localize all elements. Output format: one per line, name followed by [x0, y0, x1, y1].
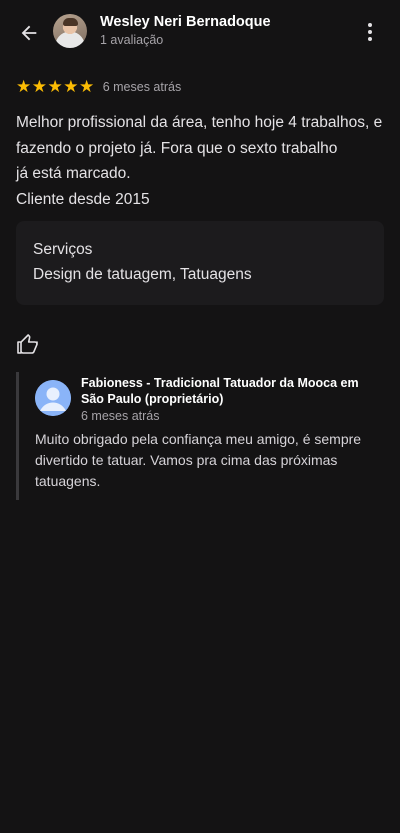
owner-reply: Fabioness - Tradicional Tatuador da Mooc…: [16, 372, 389, 500]
thumb-up-icon: [17, 334, 38, 354]
review-line: Melhor profissional da área, tenho hoje …: [16, 114, 383, 131]
arrow-back-icon: [21, 25, 37, 41]
review-line: já está marcado.: [16, 165, 131, 182]
review-line: fazendo o projeto já. Fora que o sexto t…: [16, 139, 338, 157]
review-date: 6 meses atrás: [102, 80, 182, 94]
review-rating: ★★★★★ 6 meses atrás: [16, 78, 181, 96]
owner-name[interactable]: Fabioness - Tradicional Tatuador da Mooc…: [81, 375, 381, 407]
review-body: Melhor profissional da área, tenho hoje …: [16, 110, 386, 212]
reviewer-review-count: 1 avaliação: [100, 33, 164, 47]
review-header: Wesley Neri Bernadoque 1 avaliação: [0, 0, 400, 66]
reviewer-avatar[interactable]: [53, 14, 87, 48]
more-options-button[interactable]: [358, 20, 382, 44]
reply-line: tatuagens.: [35, 473, 101, 489]
owner-avatar[interactable]: [35, 380, 71, 416]
reply-date: 6 meses atrás: [81, 409, 160, 423]
services-card: Serviços Design de tatuagem, Tatuagens: [16, 221, 384, 305]
services-title: Serviços: [33, 241, 93, 258]
reply-line: divertido te tatuar. Vamos pra cima das …: [35, 452, 338, 468]
reply-line: Muito obrigado pela confiança meu amigo,…: [35, 431, 362, 447]
services-value: Design de tatuagem, Tatuagens: [33, 266, 252, 283]
reviewer-name[interactable]: Wesley Neri Bernadoque: [100, 14, 271, 30]
more-vert-icon: [368, 23, 372, 27]
star-rating: ★★★★★: [16, 77, 95, 96]
default-avatar-icon: [35, 380, 71, 416]
like-button[interactable]: [16, 332, 40, 356]
back-button[interactable]: [14, 18, 44, 48]
review-line: Cliente desde 2015: [16, 190, 150, 208]
reply-body: Muito obrigado pela confiança meu amigo,…: [35, 429, 380, 492]
